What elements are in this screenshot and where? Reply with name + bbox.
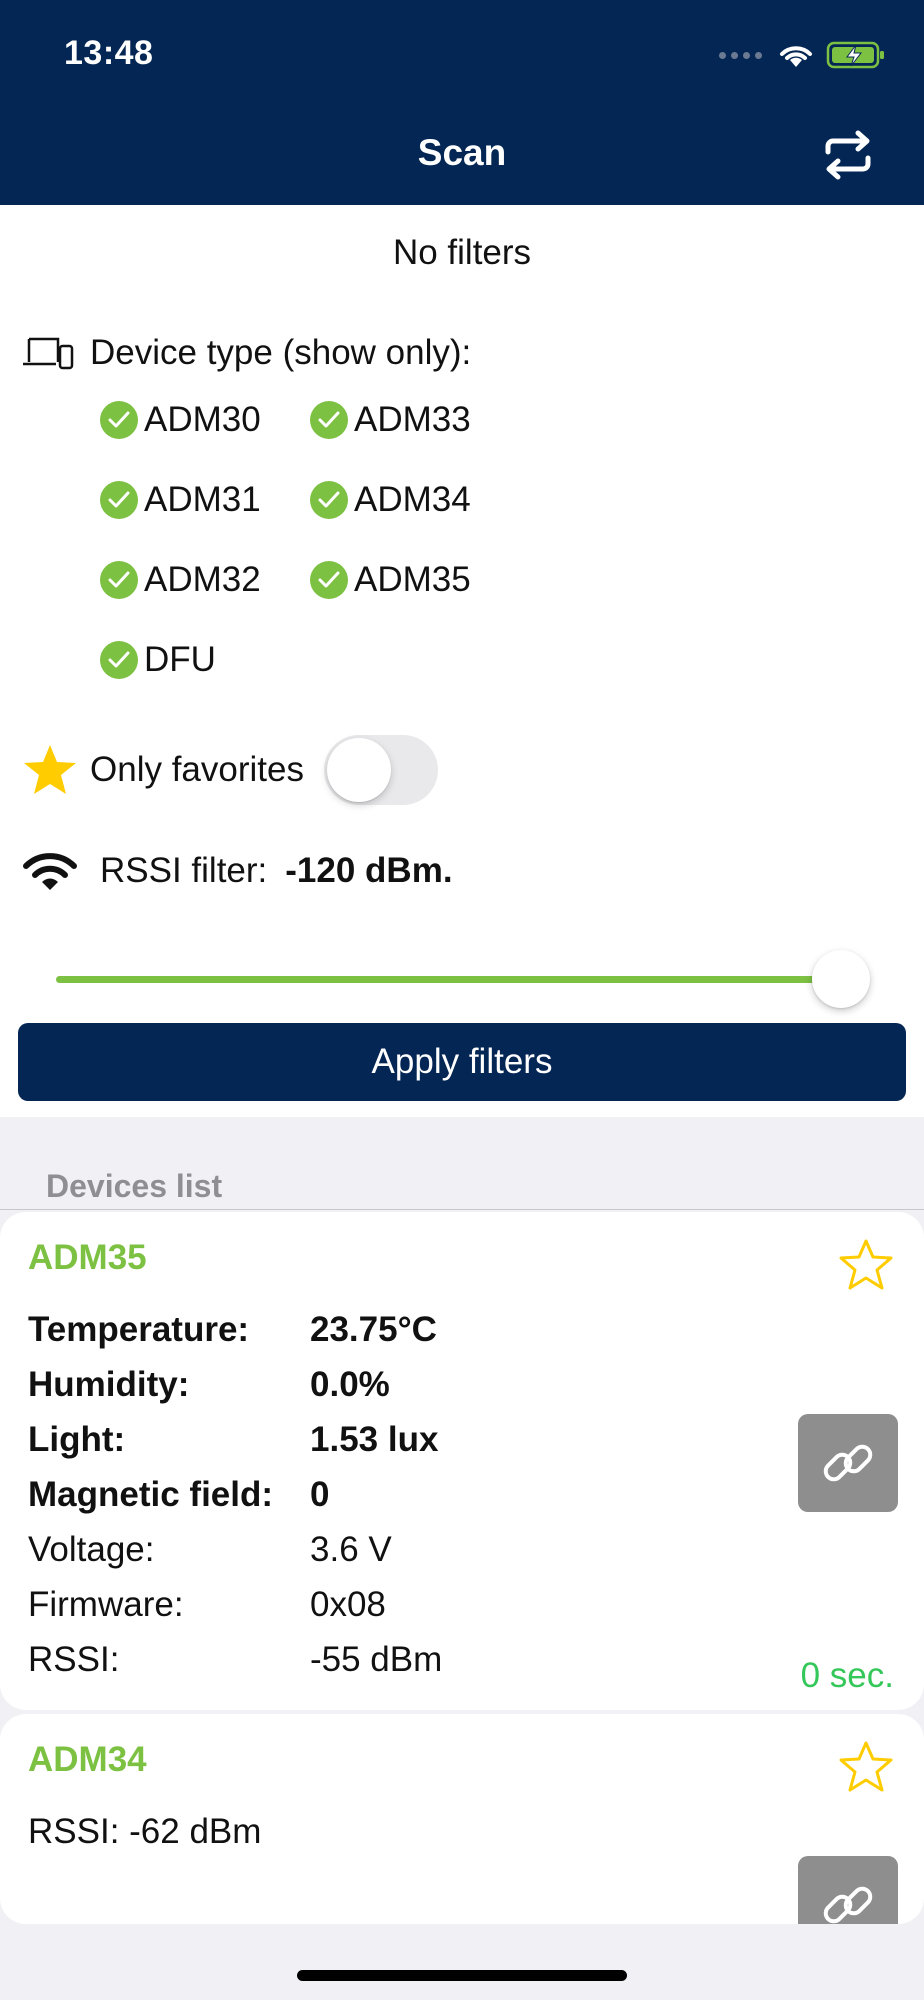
apply-filters-button[interactable]: Apply filters (18, 1023, 906, 1101)
property-key: Firmware: (28, 1585, 184, 1624)
device-type-label: Device type (show only): (90, 333, 472, 372)
page-title: Scan (417, 132, 507, 173)
property-key: Light: (28, 1420, 126, 1459)
slider-track (56, 976, 841, 983)
property-row: RSSI: -55 dBm (28, 1640, 442, 1680)
device-type-option-label: ADM35 (354, 560, 471, 599)
status-time: 13:48 (64, 34, 154, 72)
section-divider (0, 1209, 924, 1210)
filters-panel: No filters Device type (show only): ADM3… (0, 205, 924, 1117)
property-value: 23.75°C (310, 1310, 437, 1349)
property-row: Voltage: 3.6 V (28, 1530, 392, 1570)
rssi-slider[interactable] (56, 950, 870, 1010)
property-key: Magnetic field: (28, 1475, 274, 1514)
property-value: 0.0% (310, 1365, 390, 1404)
device-type-option-label: ADM31 (144, 480, 261, 519)
device-type-option[interactable]: ADM33 (310, 400, 471, 440)
link-icon (823, 1444, 873, 1482)
rssi-filter-label: RSSI filter: (100, 851, 268, 890)
property-value: -55 dBm (310, 1640, 443, 1679)
filters-header: No filters (392, 233, 532, 272)
wifi-status-icon (780, 46, 812, 67)
rssi-filter-row: RSSI filter: -120 dBm. (22, 850, 453, 892)
cellular-signal-icon (719, 51, 762, 59)
swap-arrows-icon[interactable] (820, 130, 876, 180)
last-seen-elapsed: 0 sec. (800, 1656, 894, 1695)
checkmark-icon (100, 481, 138, 519)
checkmark-icon (100, 641, 138, 679)
property-value: 3.6 V (310, 1530, 392, 1569)
rssi-filter-value: -120 dBm. (285, 851, 453, 890)
device-type-option[interactable]: ADM35 (310, 560, 471, 600)
home-indicator[interactable] (297, 1970, 627, 1981)
wifi-icon (23, 853, 77, 890)
only-favorites-label: Only favorites (90, 750, 304, 789)
checkmark-icon (310, 561, 348, 599)
property-value: 1.53 lux (310, 1420, 439, 1459)
devices-list-title: Devices list (46, 1168, 223, 1204)
property-value: 0 (310, 1475, 330, 1514)
device-card[interactable]: ADM35 Temperature: 23.75°C Humidity: 0.0… (0, 1212, 924, 1710)
checkmark-icon (310, 401, 348, 439)
property-row: Light: 1.53 lux (28, 1420, 438, 1460)
connect-button[interactable] (798, 1414, 898, 1512)
devices-icon (23, 337, 74, 370)
device-type-option[interactable]: ADM30 (100, 400, 261, 440)
navigation-bar: 13:48 Scan (0, 0, 924, 205)
property-key: Humidity: (28, 1365, 190, 1404)
device-name: ADM35 (28, 1238, 147, 1277)
checkmark-icon (310, 481, 348, 519)
slider-thumb[interactable] (812, 950, 870, 1008)
property-key: Voltage: (28, 1530, 155, 1569)
only-favorites-row: Only favorites (22, 735, 438, 805)
device-type-option-label: ADM30 (144, 400, 261, 439)
favorite-star-icon[interactable] (838, 1740, 894, 1794)
device-type-option-label: ADM32 (144, 560, 261, 599)
device-type-option[interactable]: ADM34 (310, 480, 471, 520)
device-name: ADM34 (28, 1740, 147, 1779)
property-value: 0x08 (310, 1585, 386, 1624)
property-row: Temperature: 23.75°C (28, 1310, 437, 1350)
device-type-option-label: DFU (144, 640, 216, 679)
property-row: Firmware: 0x08 (28, 1585, 386, 1625)
property-key: Temperature: (28, 1310, 250, 1349)
device-type-row: Device type (show only): (22, 333, 471, 373)
only-favorites-toggle[interactable] (323, 735, 438, 805)
connect-button[interactable] (798, 1856, 898, 1924)
status-icons (719, 38, 886, 72)
device-type-option[interactable]: DFU (100, 640, 216, 680)
device-card[interactable]: ADM34 RSSI: -62 dBm (0, 1714, 924, 1924)
device-type-option-label: ADM33 (354, 400, 471, 439)
property-row: Humidity: 0.0% (28, 1365, 390, 1405)
device-rssi: RSSI: -62 dBm (28, 1812, 262, 1851)
device-type-option-label: ADM34 (354, 480, 471, 519)
property-key: RSSI: (28, 1640, 120, 1679)
link-icon (823, 1886, 873, 1924)
favorite-star-icon[interactable] (838, 1238, 894, 1292)
device-type-option[interactable]: ADM31 (100, 480, 261, 520)
battery-charging-icon (826, 41, 884, 69)
device-type-option[interactable]: ADM32 (100, 560, 261, 600)
checkmark-icon (100, 561, 138, 599)
property-row: Magnetic field: 0 (28, 1475, 329, 1515)
toggle-knob (326, 738, 391, 802)
star-filled-icon (24, 745, 76, 794)
checkmark-icon (100, 401, 138, 439)
